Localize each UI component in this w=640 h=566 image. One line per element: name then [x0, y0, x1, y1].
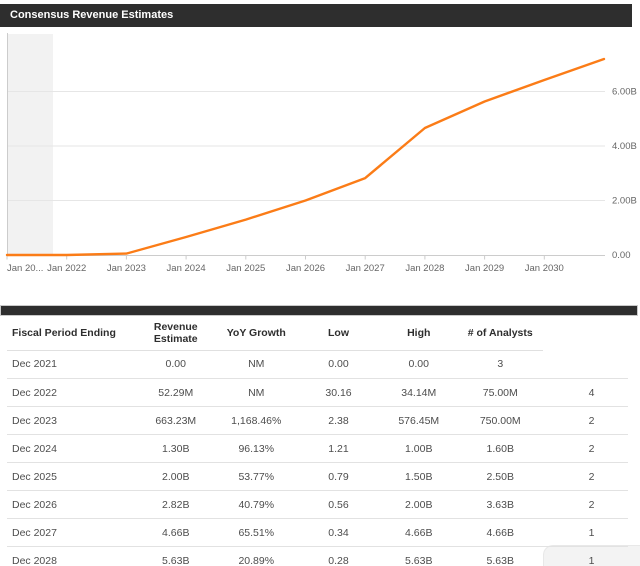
table-cell: 0.00	[165, 358, 186, 370]
x-axis-label: Jan 2023	[107, 263, 146, 274]
column-header: YoY Growth	[226, 327, 286, 339]
fiscal-period-cell: Dec 2026	[12, 498, 57, 511]
x-axis-label: Jan 2029	[465, 263, 504, 274]
fiscal-period-cell: Dec 2022	[12, 386, 57, 399]
table-cell: NM	[248, 386, 265, 399]
table-cell: 576.45M	[398, 414, 440, 427]
table-cell: 2.00B	[405, 498, 433, 511]
table-cell: 2.50B	[486, 470, 514, 483]
revenue-chart-plot[interactable]: 0.00 2.00B 4.00B 6.00B Jan 20... Jan 2022 Jan …	[0, 0, 640, 292]
table-cell: 2	[588, 498, 595, 511]
table-cell: 0.56	[328, 498, 349, 511]
table-cell: 2.38	[328, 414, 349, 427]
table-cell: 1,168.46%	[231, 414, 282, 427]
table-cell: 3	[497, 358, 504, 370]
table-cell: 34.14M	[401, 386, 437, 399]
table-cell: 4.66B	[162, 526, 190, 539]
fiscal-period-cell: Dec 2027	[12, 526, 57, 539]
table-cell: 0.00	[408, 358, 429, 370]
table-cell: 4	[588, 386, 595, 399]
table-cell: 5.63B	[405, 554, 433, 566]
fiscal-period-cell: Dec 2023	[12, 414, 57, 427]
table-cell: 2.82B	[162, 498, 190, 511]
table-cell: 1	[588, 526, 595, 539]
table-cell: 96.13%	[238, 442, 275, 455]
table-row: Dec 2021 0.00 NM 0.00 0.00 3	[7, 350, 628, 378]
table-cell: 2	[588, 470, 595, 483]
table-cell: 0.34	[328, 526, 349, 539]
y-axis-label: 0.00	[612, 250, 631, 261]
consensus-revenue-estimates-panel: Consensus Revenue Estimates 0.00 2.00B 4.0…	[0, 0, 640, 566]
table-row: Dec 2023 663.23M 1,168.46% 2.38 576.45M 750.0…	[7, 406, 628, 434]
table-row: Dec 2025 2.00B 53.77% 0.79 1.50B 2.50B 2	[7, 462, 628, 490]
table-cell: 52.29M	[158, 386, 194, 399]
table-cell: 75.00M	[482, 386, 518, 399]
table-header-bar	[0, 305, 638, 316]
table-cell: 30.16	[325, 386, 352, 399]
past-period-band	[8, 34, 53, 255]
table-row: Dec 2028 5.63B 20.89% 0.28 5.63B 5.63B 1	[7, 546, 628, 566]
table-cell: 40.79%	[238, 498, 275, 511]
table-cell: NM	[248, 358, 265, 370]
table-cell: 1.50B	[405, 470, 433, 483]
table-cell: 663.23M	[155, 414, 197, 427]
fiscal-period-cell: Dec 2024	[12, 442, 57, 455]
column-header: Revenue Estimate	[153, 321, 198, 345]
table-cell: 4.66B	[486, 526, 514, 539]
table-cell: 1.60B	[486, 442, 514, 455]
table-cell: 65.51%	[238, 526, 275, 539]
table-cell: 0.00	[328, 358, 349, 370]
x-axis-label: Jan 2024	[167, 263, 206, 274]
table-cell: 750.00M	[479, 414, 521, 427]
column-header: Fiscal Period Ending	[12, 327, 116, 339]
y-axis-label: 6.00B	[612, 86, 637, 97]
x-axis-label: Jan 2028	[405, 263, 444, 274]
table-cell: 3.63B	[486, 498, 514, 511]
table-cell: 1.00B	[405, 442, 433, 455]
table-cell: 0.79	[328, 470, 349, 483]
table-cell: 1.30B	[162, 442, 190, 455]
table-cell: 1	[588, 554, 595, 566]
x-axis-label: Jan 2022	[47, 263, 86, 274]
revenue-estimate-line	[5, 57, 606, 257]
column-header: # of Analysts	[467, 327, 533, 339]
table-cell: 20.89%	[238, 554, 275, 566]
table-row: Dec 2026 2.82B 40.79% 0.56 2.00B 3.63B 2	[7, 490, 628, 518]
table-row: Dec 2022 52.29M NM 30.16 34.14M 75.00M 4	[7, 378, 628, 406]
fiscal-period-cell: Dec 2021	[12, 358, 57, 370]
table-cell: 2	[588, 442, 595, 455]
column-header: Low	[328, 327, 349, 339]
table-cell: 53.77%	[238, 470, 275, 483]
x-axis-label: Jan 20...	[7, 263, 43, 274]
table-cell: 2	[588, 414, 595, 427]
table-row: Dec 2027 4.66B 65.51% 0.34 4.66B 4.66B 1	[7, 518, 628, 546]
table-cell: 2.00B	[162, 470, 190, 483]
fiscal-period-cell: Dec 2028	[12, 554, 57, 566]
x-axis-label: Jan 2030	[525, 263, 564, 274]
table-cell: 0.28	[328, 554, 349, 566]
estimates-table: Dec 2021 0.00 NM 0.00 0.00 3 Dec 2022 52.29M NM 3…	[7, 350, 628, 566]
table-cell: 4.66B	[405, 526, 433, 539]
table-cell: 5.63B	[486, 554, 514, 566]
x-axis-label: Jan 2027	[346, 263, 385, 274]
table-cell: 1.21	[328, 442, 349, 455]
column-header: High	[407, 327, 431, 339]
table-cell: 5.63B	[162, 554, 190, 566]
x-axis-label: Jan 2026	[286, 263, 325, 274]
fiscal-period-cell: Dec 2025	[12, 470, 57, 483]
y-axis-label: 4.00B	[612, 141, 637, 152]
x-axis-label: Jan 2025	[226, 263, 265, 274]
table-row: Dec 2024 1.30B 96.13% 1.21 1.00B 1.60B 2	[7, 434, 628, 462]
table-header-row: Fiscal Period Ending Revenue Estimate YoY …	[7, 316, 628, 350]
y-axis-label: 2.00B	[612, 195, 637, 206]
